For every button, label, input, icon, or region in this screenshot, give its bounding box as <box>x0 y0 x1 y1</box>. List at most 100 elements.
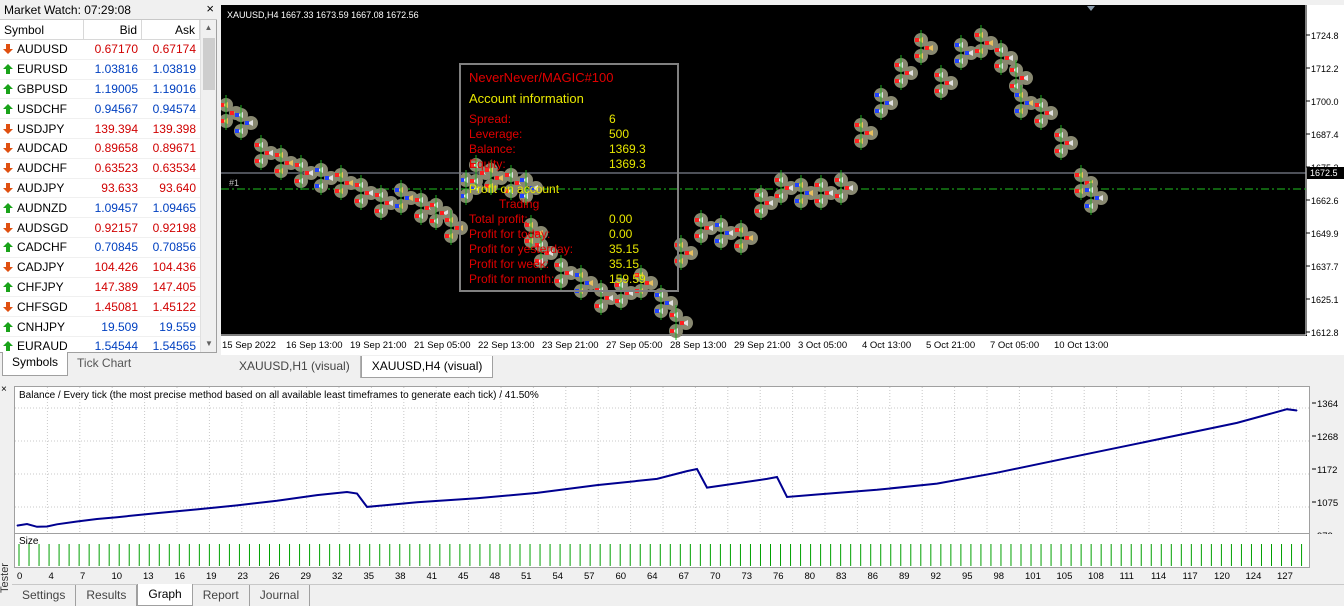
symbol-cell: AUDNZD <box>0 201 84 215</box>
market-watch-row[interactable]: CADJPY 104.426 104.436 <box>0 258 200 278</box>
balance-point <box>996 472 998 474</box>
market-watch-row[interactable]: AUDNZD 1.09457 1.09465 <box>0 198 200 219</box>
price-chart[interactable]: XAUUSD,H4 1667.33 1673.59 1667.08 1672.5… <box>221 5 1344 355</box>
arrow-up-icon <box>3 202 13 213</box>
tab-symbols[interactable]: Symbols <box>2 352 69 376</box>
symbol-cell: AUDSGD <box>0 221 84 235</box>
panel-row-value: 1369.3 <box>609 157 646 171</box>
scroll-thumb[interactable] <box>203 38 215 90</box>
trade-x-label: 124 <box>1246 571 1262 582</box>
price-label: 1687.4 <box>1311 130 1339 140</box>
market-watch-header: Symbol Bid Ask <box>0 20 200 40</box>
trade-x-label: 38 <box>395 571 406 582</box>
symbol-cell: CHFSGD <box>0 300 84 314</box>
bid-cell: 1.09457 <box>94 200 138 215</box>
balance-y-label: 1268 <box>1317 432 1338 443</box>
market-watch-row[interactable]: USDCHF 0.94567 0.94574 <box>0 99 200 120</box>
market-watch-row[interactable]: CHFSGD 1.45081 1.45122 <box>0 297 200 318</box>
trade-x-label: 127 <box>1277 571 1293 582</box>
bid-cell: 147.389 <box>94 279 138 294</box>
trade-x-label: 89 <box>899 571 910 582</box>
bid-cell: 93.633 <box>101 180 138 195</box>
balance-point <box>786 496 788 498</box>
trade-x-label: 120 <box>1214 571 1230 582</box>
tab-journal[interactable]: Journal <box>250 585 311 606</box>
tab-results[interactable]: Results <box>76 585 138 606</box>
scrollbar[interactable]: ▲ ▼ <box>200 20 216 352</box>
ask-cell: 1.19016 <box>152 81 196 96</box>
scroll-down-icon[interactable]: ▼ <box>201 336 217 352</box>
trade-cluster <box>854 115 878 150</box>
time-label: 19 Sep 21:00 <box>350 340 407 351</box>
market-watch-row[interactable]: EURUSD 1.03816 1.03819 <box>0 60 200 80</box>
trade-x-label: 10 <box>112 571 123 582</box>
trade-cluster <box>754 185 778 220</box>
market-watch-row[interactable]: AUDUSD 0.67170 0.67174 <box>0 40 200 60</box>
symbol-cell: AUDJPY <box>0 181 84 195</box>
close-icon[interactable]: × <box>1 384 7 395</box>
symbol-cell: GBPUSD <box>0 82 84 96</box>
balance-point <box>46 526 48 528</box>
market-watch-row[interactable]: AUDJPY 93.633 93.640 <box>0 179 200 199</box>
price-label: 1637.7 <box>1311 262 1339 272</box>
col-ask[interactable]: Ask <box>142 20 200 39</box>
panel-row: Profit for today: 0.00 <box>469 227 669 242</box>
market-watch-row[interactable]: CNHJPY 19.509 19.559 <box>0 317 200 337</box>
tab-xauusd-h1[interactable]: XAUUSD,H1 (visual) <box>229 356 361 378</box>
balance-point <box>536 492 538 494</box>
market-watch-row[interactable]: GBPUSD 1.19005 1.19016 <box>0 80 200 100</box>
panel-row-value: 0.00 <box>609 212 633 226</box>
col-symbol[interactable]: Symbol <box>0 20 84 39</box>
tab-tick-chart[interactable]: Tick Chart <box>68 353 140 376</box>
balance-point <box>1296 409 1298 411</box>
time-label: 3 Oct 05:00 <box>798 340 847 351</box>
tab-graph[interactable]: Graph <box>137 584 193 606</box>
symbol-cell: AUDCHF <box>0 161 84 175</box>
market-watch-rows: AUDUSD 0.67170 0.67174 EURUSD 1.03816 1.03819… <box>0 40 200 352</box>
market-watch-row[interactable]: CADCHF 0.70845 0.70856 <box>0 238 200 258</box>
tab-xauusd-h4[interactable]: XAUUSD,H4 (visual) <box>360 356 494 378</box>
ask-cell: 0.63534 <box>152 161 196 176</box>
bid-cell: 1.19005 <box>94 81 138 96</box>
symbol-cell: AUDUSD <box>0 42 84 56</box>
time-label: 7 Oct 05:00 <box>990 340 1039 351</box>
market-watch-row[interactable]: USDJPY 139.394 139.398 <box>0 119 200 139</box>
symbol-name: CADJPY <box>17 260 65 275</box>
arrow-down-icon <box>3 163 13 174</box>
bid-cell: 0.67170 <box>94 42 138 57</box>
chart-tabs: XAUUSD,H1 (visual) XAUUSD,H4 (visual) <box>221 356 1344 378</box>
trade-x-label: 67 <box>679 571 690 582</box>
col-bid[interactable]: Bid <box>84 20 142 39</box>
tab-report[interactable]: Report <box>193 585 250 606</box>
close-icon[interactable]: × <box>206 2 214 16</box>
trade-x-label: 95 <box>962 571 973 582</box>
market-watch-row[interactable]: EURAUD 1.54544 1.54565 <box>0 337 200 352</box>
panel-row: Profit for week: 35.15 <box>469 257 669 272</box>
market-watch-row[interactable]: AUDSGD 0.92157 0.92198 <box>0 218 200 238</box>
tab-settings[interactable]: Settings <box>12 585 77 606</box>
panel-row-label: Balance: <box>469 142 516 156</box>
price-label: 1700.0 <box>1311 97 1339 107</box>
market-watch-row[interactable]: AUDCAD 0.89658 0.89671 <box>0 139 200 159</box>
size-graph: Size <box>14 534 1310 568</box>
balance-point <box>116 516 118 518</box>
trade-cluster <box>934 65 958 100</box>
panel-row-label: Equity: <box>469 157 506 171</box>
market-watch-row[interactable]: AUDCHF 0.63523 0.63534 <box>0 159 200 179</box>
market-watch-row[interactable]: CHFJPY 147.389 147.405 <box>0 278 200 298</box>
trade-x-label: 111 <box>1120 571 1134 582</box>
trade-cluster <box>1084 180 1108 215</box>
panel-row-value: 35.15 <box>609 257 640 271</box>
trade-x-label: 26 <box>269 571 280 582</box>
ask-cell: 93.640 <box>159 180 196 195</box>
arrow-down-icon <box>3 182 13 193</box>
trade-x-label: 57 <box>584 571 595 582</box>
price-chart-canvas[interactable]: XAUUSD,H4 1667.33 1673.59 1667.08 1672.5… <box>221 5 1344 355</box>
panel-row-value: 500 <box>609 127 630 141</box>
time-label: 23 Sep 21:00 <box>542 340 599 351</box>
ask-cell: 0.89671 <box>152 141 196 156</box>
balance-point <box>1286 408 1288 410</box>
scroll-up-icon[interactable]: ▲ <box>201 20 216 36</box>
symbol-cell: USDJPY <box>0 122 84 136</box>
balance-graph-canvas <box>15 387 1311 541</box>
